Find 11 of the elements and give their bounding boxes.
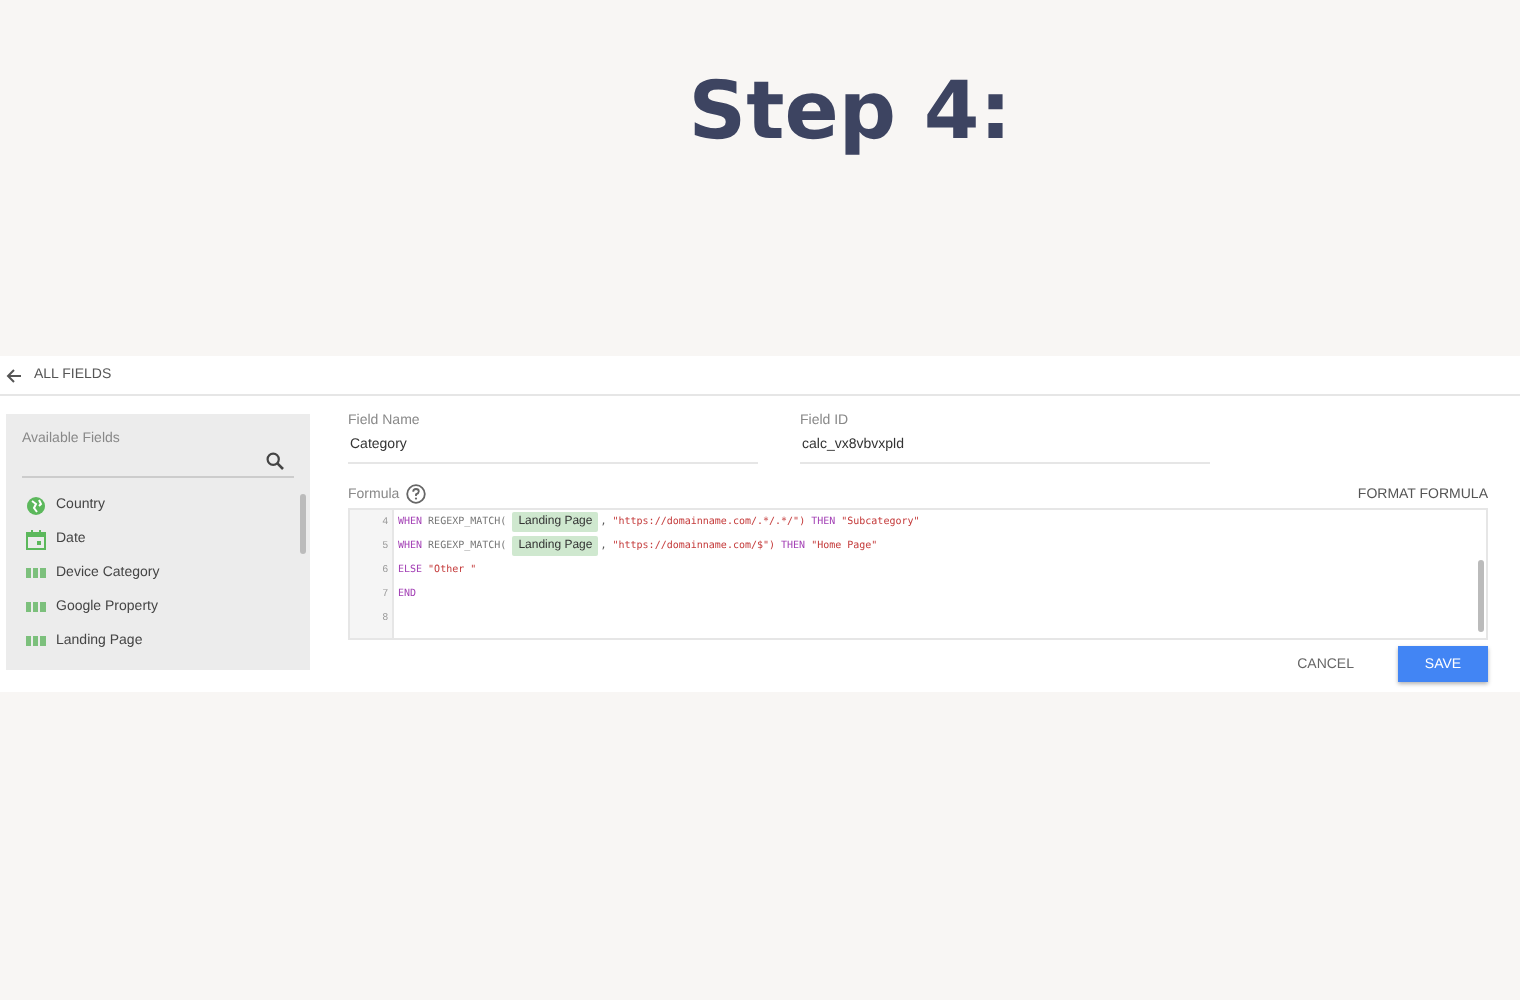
text-type-icon — [26, 602, 46, 612]
calendar-icon — [26, 529, 46, 549]
text-type-icon — [26, 568, 46, 578]
scrollbar-thumb[interactable] — [1478, 560, 1484, 632]
help-icon[interactable] — [405, 484, 426, 504]
globe-icon — [26, 495, 46, 515]
text-type-icon — [26, 636, 46, 646]
scrollbar-thumb[interactable] — [300, 494, 306, 554]
back-arrow-icon — [6, 367, 22, 383]
search-icon[interactable] — [266, 452, 284, 470]
step-heading: Step 4: — [688, 66, 1012, 162]
